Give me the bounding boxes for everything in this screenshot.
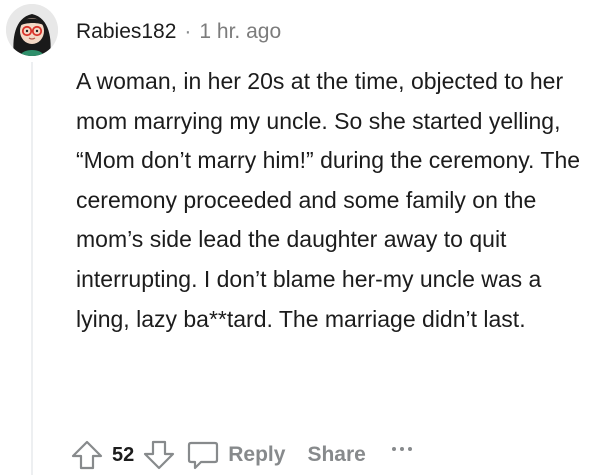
thread-line[interactable]	[31, 62, 33, 475]
upvote-button[interactable]	[70, 438, 104, 472]
downvote-button[interactable]	[142, 438, 176, 472]
speech-bubble-icon	[188, 441, 219, 470]
more-options-button[interactable]	[391, 447, 412, 451]
username[interactable]: Rabies182	[76, 20, 176, 44]
comment-actions: 52 Reply Share	[70, 438, 412, 472]
comment-body: A woman, in her 20s at the time, objecte…	[76, 68, 581, 332]
share-label: Share	[307, 443, 366, 466]
reply-button[interactable]: Reply	[186, 439, 285, 471]
ellipsis-icon	[391, 447, 412, 451]
vote-count: 52	[112, 443, 135, 466]
comment-meta: Rabies182 · 1 hr. ago	[76, 18, 281, 46]
meta-separator: ·	[184, 20, 192, 43]
share-button[interactable]: Share	[307, 443, 365, 467]
reply-label: Reply	[228, 443, 286, 466]
timestamp[interactable]: 1 hr. ago	[199, 20, 281, 44]
upvote-arrow-icon	[71, 440, 103, 470]
user-avatar-icon	[6, 4, 58, 56]
avatar[interactable]	[6, 4, 58, 56]
downvote-arrow-icon	[144, 440, 175, 470]
comment: Rabies182 · 1 hr. ago A woman, in her 20…	[0, 0, 599, 475]
